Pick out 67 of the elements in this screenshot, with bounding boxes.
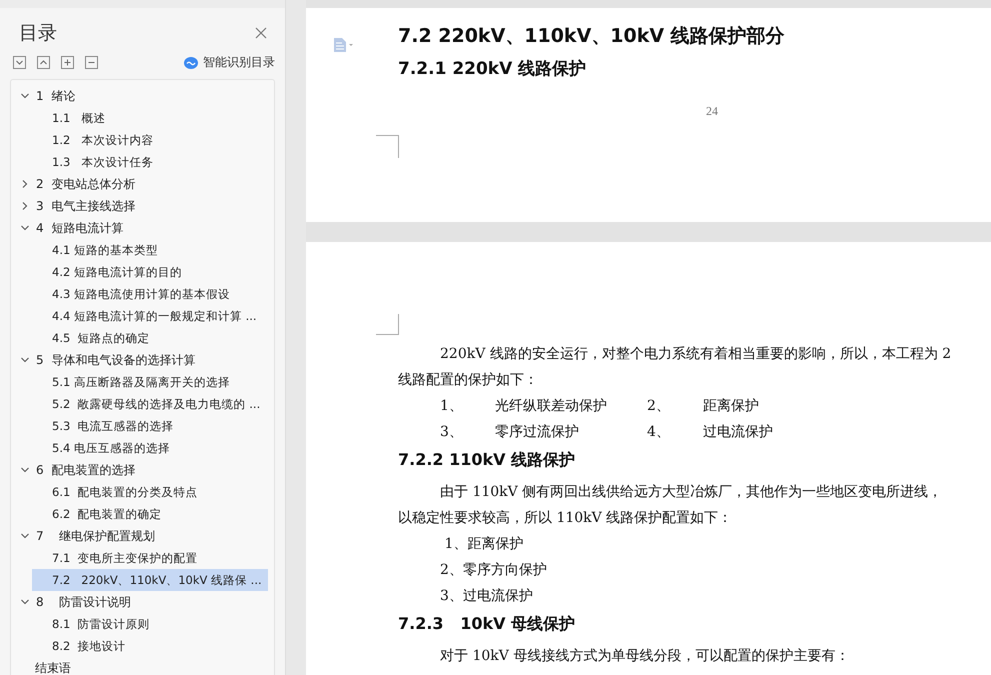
chevron-down-icon[interactable]	[20, 223, 30, 233]
list-number: 1、	[440, 397, 463, 416]
toc-item[interactable]: 7 继电保护配置规划	[11, 525, 274, 547]
toc-item[interactable]: 5.2 敞露硬母线的选择及电力电缆的 ...	[32, 393, 268, 415]
list-item: 过电流保护	[703, 423, 773, 442]
paragraph-text: 以稳定性要求较高，所以 110kV 线路保护配置如下：	[398, 509, 734, 528]
smart-toc-icon	[184, 56, 198, 68]
toc-item[interactable]: 结束语	[11, 657, 274, 675]
list-item: 2、零序方向保护	[439, 561, 548, 580]
smart-toc-button[interactable]: 智能识别目录	[184, 54, 275, 71]
toc-item[interactable]: 2 变电站总体分析	[11, 173, 274, 195]
list-item: 1、距离保护	[443, 535, 524, 554]
toc-item[interactable]: 4 短路电流计算	[11, 217, 274, 239]
paragraph-text: 线路配置的保护如下：	[398, 371, 539, 390]
toc-item[interactable]: 8.1 防雷设计原则	[32, 613, 268, 635]
collapse-all-icon[interactable]	[37, 56, 50, 69]
add-icon[interactable]	[61, 56, 74, 69]
list-item: 距离保护	[703, 397, 759, 416]
paragraph-text: 220kV 线路的安全运行，对整个电力系统有着相当重要的影响，所以，本工程为 2	[439, 345, 952, 364]
section-heading: 7.2 220kV、110kV、10kV 线路保护部分	[398, 24, 785, 49]
list-item: 光纤纵联差动保护	[495, 397, 607, 416]
list-item: 3、过电流保护	[439, 587, 534, 606]
chevron-down-icon[interactable]	[20, 91, 30, 101]
list-number: 3、	[440, 423, 463, 442]
expand-all-icon[interactable]	[13, 56, 26, 69]
toc-item[interactable]: 7.2 220kV、110kV、10kV 线路保 ...	[32, 569, 268, 591]
toc-item[interactable]: 5 导体和电气设备的选择计算	[11, 349, 274, 371]
toc-item[interactable]: 5.4 电压互感器的选择	[32, 437, 268, 459]
page-number: 24	[706, 104, 719, 119]
subsection-heading: 7.2.1 220kV 线路保护	[398, 58, 588, 80]
crop-mark	[376, 314, 399, 335]
subsection-heading: 7.2.3 10kV 母线保护	[398, 613, 576, 635]
toc-item[interactable]: 6.1 配电装置的分类及特点	[32, 481, 268, 503]
toc-item[interactable]: 1.1 概述	[32, 107, 268, 129]
close-icon[interactable]	[255, 27, 267, 39]
toc-item[interactable]: 4.3 短路电流使用计算的基本假设	[32, 283, 268, 305]
paragraph-text: 对于 10kV 母线接线方式为单母线分段，可以配置的保护主要有：	[439, 647, 850, 666]
toc-title: 目录	[19, 21, 57, 46]
toc-item[interactable]: 4.5 短路点的确定	[32, 327, 268, 349]
toc-item[interactable]: 4.2 短路电流计算的目的	[32, 261, 268, 283]
toc-item[interactable]: 5.1 高压断路器及隔离开关的选择	[32, 371, 268, 393]
chevron-right-icon[interactable]	[20, 201, 30, 211]
toc-item[interactable]: 1.2 本次设计内容	[32, 129, 268, 151]
toc-item[interactable]: 8 防雷设计说明	[11, 591, 274, 613]
paragraph-text: 由于 110kV 侧有两回出线供给远方大型冶炼厂，其他作为一些地区变电所进线，	[439, 483, 944, 502]
list-item: 零序过流保护	[495, 423, 579, 442]
list-number: 4、	[647, 423, 670, 442]
toc-item[interactable]: 7.1 变电所主变保护的配置	[32, 547, 268, 569]
toc-item[interactable]: 1.3 本次设计任务	[32, 151, 268, 173]
chevron-down-icon[interactable]	[20, 531, 30, 541]
toc-item[interactable]: 4.4 短路电流计算的一般规定和计算 ...	[32, 305, 268, 327]
list-number: 2、	[647, 397, 670, 416]
scrollbar[interactable]	[285, 0, 306, 675]
chevron-right-icon[interactable]	[20, 179, 30, 189]
toc-item[interactable]: 6 配电装置的选择	[11, 459, 274, 481]
toc-item[interactable]: 1 绪论	[11, 85, 274, 107]
toc-item[interactable]: 6.2 配电装置的确定	[32, 503, 268, 525]
toc-item[interactable]: 5.3 电流互感器的选择	[32, 415, 268, 437]
chevron-down-icon[interactable]	[20, 465, 30, 475]
toc-item[interactable]: 8.2 接地设计	[32, 635, 268, 657]
remove-icon[interactable]	[85, 56, 98, 69]
chevron-down-icon[interactable]	[20, 597, 30, 607]
subsection-heading: 7.2.2 110kV 线路保护	[398, 449, 576, 471]
toc-item[interactable]: 4.1 短路的基本类型	[32, 239, 268, 261]
toc-item[interactable]: 3 电气主接线选择	[11, 195, 274, 217]
crop-mark	[376, 135, 399, 158]
chevron-down-icon[interactable]	[20, 355, 30, 365]
